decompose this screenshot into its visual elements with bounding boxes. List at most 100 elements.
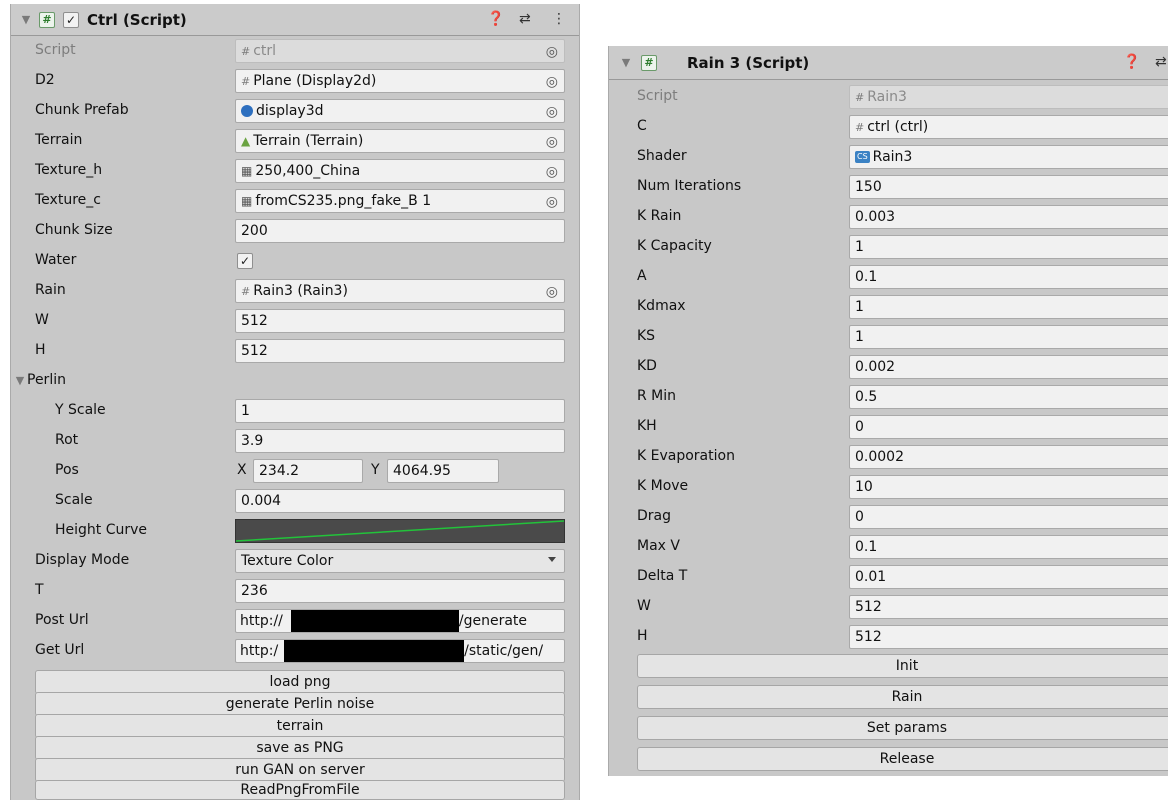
target-icon[interactable]: ◎ [546, 74, 558, 90]
field-value: fromCS235.png_fake_B 1 [255, 193, 432, 209]
get-url-input[interactable]: http:/ /static/gen/ [235, 639, 565, 663]
height-curve-field[interactable] [235, 519, 565, 543]
texture-icon: ▦ [241, 194, 253, 208]
post-url-input[interactable]: http:// /generate [235, 609, 565, 633]
a-row: A 0.1 [609, 262, 1168, 292]
chunk-size-input[interactable]: 200 [235, 219, 565, 243]
ctrl-inspector-panel: ▼ # ✓ Ctrl (Script) ❓ ⇄ ⋮ Script # ctrl … [10, 4, 580, 800]
read-png-from-file-button[interactable]: ReadPngFromFile [35, 780, 565, 800]
scale-input[interactable]: 0.004 [235, 489, 565, 513]
texture-icon: ▦ [241, 164, 253, 178]
num-iterations-row: Num Iterations 150 [609, 172, 1168, 202]
pos-x-input[interactable]: 234.2 [253, 459, 363, 483]
foldout-arrow-icon[interactable]: ▼ [13, 374, 27, 387]
ks-input[interactable]: 1 [849, 325, 1168, 349]
k-capacity-input[interactable]: 1 [849, 235, 1168, 259]
h-input[interactable]: 512 [849, 625, 1168, 649]
texture-h-object-field[interactable]: ▦ 250,400_China ◎ [235, 159, 565, 183]
field-label: K Move [637, 478, 689, 494]
help-icon[interactable]: ❓ [487, 11, 504, 27]
kdmax-row: Kdmax 1 [609, 292, 1168, 322]
field-value: display3d [256, 103, 324, 119]
kdmax-input[interactable]: 1 [849, 295, 1168, 319]
target-icon[interactable]: ◎ [546, 164, 558, 180]
field-label: Get Url [35, 642, 85, 658]
target-icon[interactable]: ◎ [546, 104, 558, 120]
target-icon[interactable]: ◎ [546, 194, 558, 210]
h-input[interactable]: 512 [235, 339, 565, 363]
t-input[interactable]: 236 [235, 579, 565, 603]
kd-input[interactable]: 0.002 [849, 355, 1168, 379]
num-iterations-input[interactable]: 150 [849, 175, 1168, 199]
script-icon: # [641, 54, 657, 71]
r-min-row: R Min 0.5 [609, 382, 1168, 412]
sliders-icon[interactable]: ⇄ [519, 11, 531, 27]
field-label: Script [35, 42, 76, 58]
r-min-input[interactable]: 0.5 [849, 385, 1168, 409]
display-mode-row: Display Mode Texture Color [11, 546, 579, 576]
run-gan-on-server-button[interactable]: run GAN on server [35, 758, 565, 782]
terrain-button[interactable]: terrain [35, 714, 565, 738]
field-label: Chunk Prefab [35, 102, 129, 118]
kh-input[interactable]: 0 [849, 415, 1168, 439]
generate-perlin-noise-button[interactable]: generate Perlin noise [35, 692, 565, 716]
curve-line [236, 520, 564, 542]
ctrl-component-header[interactable]: ▼ # ✓ Ctrl (Script) ❓ ⇄ ⋮ [11, 4, 579, 36]
kebab-menu-icon[interactable]: ⋮ [552, 11, 566, 27]
pos-x-label[interactable]: X [237, 462, 247, 478]
save-as-png-button[interactable]: save as PNG [35, 736, 565, 760]
foldout-arrow-icon[interactable]: ▼ [15, 13, 37, 26]
release-button[interactable]: Release [637, 747, 1168, 771]
target-icon[interactable]: ◎ [546, 134, 558, 150]
water-checkbox[interactable]: ✓ [237, 253, 253, 269]
script-field: # ctrl ◎ [235, 39, 565, 63]
w-input[interactable]: 512 [235, 309, 565, 333]
field-value: ctrl [253, 43, 277, 59]
field-label: K Capacity [637, 238, 712, 254]
rain-row: Rain # Rain3 (Rain3) ◎ [11, 276, 579, 306]
foldout-arrow-icon[interactable]: ▼ [615, 56, 637, 69]
rain3-component-header[interactable]: ▼ # Rain 3 (Script) ❓ ⇄ [609, 46, 1168, 80]
w-input[interactable]: 512 [849, 595, 1168, 619]
field-label: Display Mode [35, 552, 130, 568]
delta-t-input[interactable]: 0.01 [849, 565, 1168, 589]
pos-row: Pos X 234.2 Y 4064.95 [11, 456, 579, 486]
rain-object-field[interactable]: # Rain3 (Rain3) ◎ [235, 279, 565, 303]
load-png-button[interactable]: load png [35, 670, 565, 694]
pos-y-label[interactable]: Y [371, 462, 380, 478]
k-evaporation-input[interactable]: 0.0002 [849, 445, 1168, 469]
k-rain-input[interactable]: 0.003 [849, 205, 1168, 229]
display-mode-dropdown[interactable]: Texture Color [235, 549, 565, 573]
d2-object-field[interactable]: # Plane (Display2d) ◎ [235, 69, 565, 93]
component-title: Rain 3 (Script) [687, 53, 810, 72]
terrain-icon: ▲ [241, 134, 251, 148]
chunk-prefab-object-field[interactable]: display3d ◎ [235, 99, 565, 123]
drag-input[interactable]: 0 [849, 505, 1168, 529]
perlin-foldout[interactable]: ▼ Perlin [11, 366, 579, 396]
max-v-input[interactable]: 0.1 [849, 535, 1168, 559]
init-button[interactable]: Init [637, 654, 1168, 678]
rot-input[interactable]: 3.9 [235, 429, 565, 453]
k-evaporation-row: K Evaporation 0.0002 [609, 442, 1168, 472]
rain3-inspector-panel: ▼ # Rain 3 (Script) ❓ ⇄ Script # Rain3 C… [608, 46, 1168, 776]
sliders-icon[interactable]: ⇄ [1155, 54, 1167, 70]
rain-button[interactable]: Rain [637, 685, 1168, 709]
set-params-button[interactable]: Set params [637, 716, 1168, 740]
script-file-icon: # [855, 120, 865, 134]
c-object-field[interactable]: # ctrl (ctrl) [849, 115, 1168, 139]
terrain-object-field[interactable]: ▲ Terrain (Terrain) ◎ [235, 129, 565, 153]
pos-y-input[interactable]: 4064.95 [387, 459, 499, 483]
k-move-input[interactable]: 10 [849, 475, 1168, 499]
redaction-box [284, 640, 465, 662]
url-start: http:// [240, 613, 283, 629]
component-enabled-checkbox[interactable]: ✓ [63, 11, 79, 28]
target-icon[interactable]: ◎ [546, 284, 558, 300]
help-icon[interactable]: ❓ [1123, 54, 1140, 70]
texture-c-object-field[interactable]: ▦ fromCS235.png_fake_B 1 ◎ [235, 189, 565, 213]
field-label: Water [35, 252, 77, 268]
shader-object-field[interactable]: CS Rain3 [849, 145, 1168, 169]
drag-row: Drag 0 [609, 502, 1168, 532]
a-input[interactable]: 0.1 [849, 265, 1168, 289]
field-label: A [637, 268, 647, 284]
y-scale-input[interactable]: 1 [235, 399, 565, 423]
